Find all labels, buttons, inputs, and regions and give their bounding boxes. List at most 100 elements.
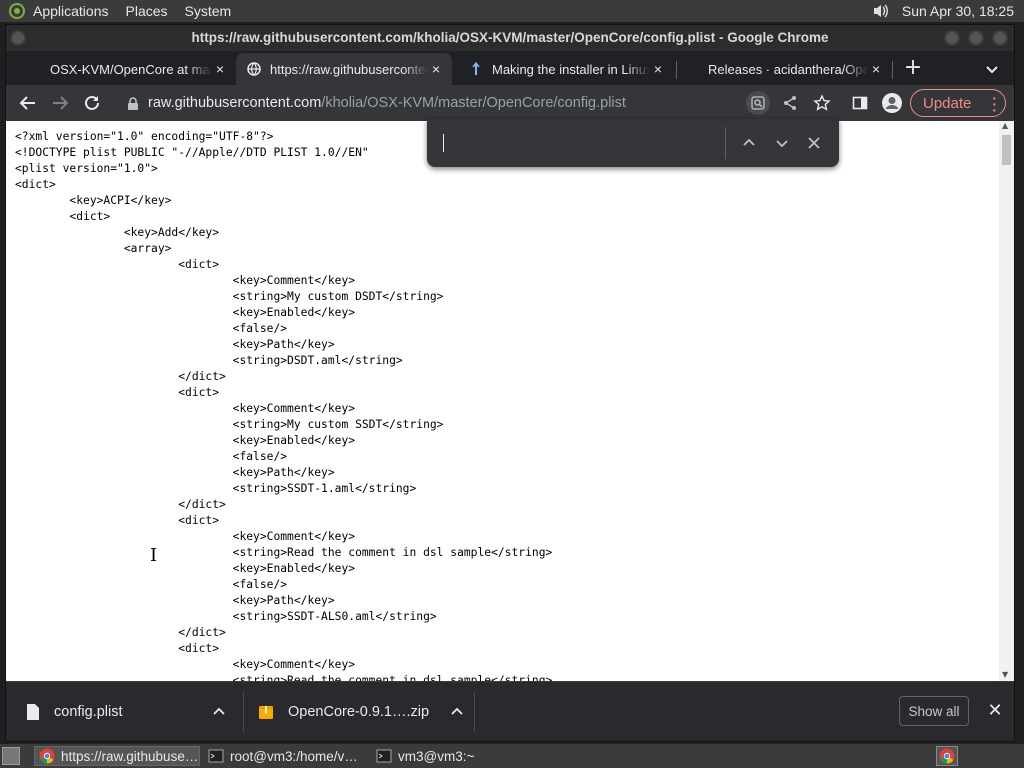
- minimize-button[interactable]: [944, 30, 960, 46]
- vertical-scrollbar[interactable]: ▲ ▼: [999, 121, 1014, 681]
- close-find-icon[interactable]: [803, 132, 825, 154]
- menu-places[interactable]: Places: [126, 3, 168, 19]
- tab-osx-kvm[interactable]: OSX-KVM/OpenCore at master ×: [14, 53, 234, 85]
- task-chrome[interactable]: https://raw.githubuse…: [34, 746, 200, 766]
- task-terminal-root[interactable]: root@vm3:/home/v…: [204, 746, 368, 766]
- find-input[interactable]: [439, 128, 719, 158]
- chevron-up-icon[interactable]: [212, 705, 226, 719]
- code-line: <false/>: [15, 578, 288, 591]
- download-item-config-plist[interactable]: config.plist: [26, 682, 242, 742]
- tab-separator: [892, 61, 893, 79]
- back-arrow-icon[interactable]: [16, 91, 40, 115]
- maximize-button[interactable]: [968, 30, 984, 46]
- code-line: <key>Path</key>: [15, 338, 335, 351]
- browser-window: https://raw.githubusercontent.com/kholia…: [5, 24, 1015, 742]
- tab-making-installer[interactable]: Making the installer in Linux ×: [458, 53, 672, 85]
- download-separator: [243, 692, 244, 732]
- tab-strip: OSX-KVM/OpenCore at master × https://raw…: [6, 51, 1014, 85]
- plist-source: <?xml version="1.0" encoding="UTF-8"?> <!…: [6, 121, 1014, 681]
- profile-avatar-icon[interactable]: [880, 91, 904, 115]
- terminal-icon: [376, 748, 392, 764]
- show-all-button[interactable]: Show all: [899, 696, 969, 726]
- close-tab-icon[interactable]: ×: [428, 61, 444, 77]
- code-line: <string>My custom SSDT</string>: [15, 418, 444, 431]
- tab-releases[interactable]: Releases · acidanthera/OpenCorePkg ×: [678, 53, 888, 85]
- zip-file-icon: [258, 704, 274, 720]
- clock[interactable]: Sun Apr 30, 18:25: [902, 3, 1014, 19]
- tab-label: Making the installer in Linux: [492, 61, 650, 77]
- forward-arrow-icon[interactable]: [48, 91, 72, 115]
- chevron-up-icon[interactable]: [450, 705, 464, 719]
- close-tab-icon[interactable]: ×: [868, 61, 884, 77]
- code-line: <dict>: [15, 258, 220, 271]
- globe-icon: [246, 61, 262, 77]
- code-line: <false/>: [15, 322, 288, 335]
- workspace-chrome-icon[interactable]: [936, 746, 958, 766]
- bottom-taskbar: https://raw.githubuse… root@vm3:/home/v……: [0, 744, 1024, 768]
- find-separator: [725, 127, 726, 159]
- url-text[interactable]: raw.githubusercontent.com/kholia/OSX-KVM…: [148, 95, 626, 111]
- code-line: <key>Comment</key>: [15, 274, 356, 287]
- share-icon[interactable]: [778, 91, 802, 115]
- code-line: <string>Read the comment in dsl sample</…: [15, 674, 553, 681]
- close-download-shelf-icon[interactable]: ✕: [986, 702, 1004, 720]
- find-in-page-icon[interactable]: [746, 91, 770, 115]
- code-line: <dict>: [15, 386, 220, 399]
- close-window-button[interactable]: [992, 30, 1008, 46]
- new-tab-button[interactable]: +: [902, 57, 924, 79]
- code-line: </dict>: [15, 370, 226, 383]
- lock-icon[interactable]: [126, 96, 140, 110]
- code-line: <dict>: [15, 178, 56, 191]
- url-host: raw.githubusercontent.com: [148, 95, 322, 111]
- code-line: <string>My custom DSDT</string>: [15, 290, 444, 303]
- code-line: <dict>: [15, 514, 220, 527]
- task-terminal-vm3[interactable]: vm3@vm3:~: [372, 746, 536, 766]
- code-line: <key>Path</key>: [15, 466, 335, 479]
- more-menu-icon[interactable]: · · ·: [992, 91, 997, 117]
- window-titlebar[interactable]: https://raw.githubusercontent.com/kholia…: [6, 25, 1014, 51]
- scrollbar-thumb[interactable]: [1002, 135, 1011, 165]
- side-panel-icon[interactable]: [848, 91, 872, 115]
- show-desktop-icon[interactable]: [2, 747, 20, 765]
- code-line: <key>Add</key>: [15, 226, 220, 239]
- page-content[interactable]: <?xml version="1.0" encoding="UTF-8"?> <!…: [6, 121, 1014, 681]
- code-line: <string>DSDT.aml</string>: [15, 354, 403, 367]
- code-line: <key>Comment</key>: [15, 402, 356, 415]
- tab-label: Releases · acidanthera/OpenCorePkg: [708, 61, 868, 77]
- url-path: /kholia/OSX-KVM/master/OpenCore/config.p…: [321, 95, 626, 111]
- download-filename: OpenCore-0.9.1….zip: [288, 704, 430, 720]
- reload-icon[interactable]: [80, 91, 104, 115]
- close-tab-icon[interactable]: ×: [212, 61, 228, 77]
- distro-logo-icon[interactable]: [9, 3, 25, 19]
- update-label: Update: [923, 94, 972, 112]
- loading-icon: [468, 61, 484, 77]
- download-item-opencore-zip[interactable]: OpenCore-0.9.1….zip: [258, 682, 472, 742]
- tab-search-chevron-icon[interactable]: [982, 59, 1002, 79]
- window-title: https://raw.githubusercontent.com/kholia…: [191, 30, 829, 45]
- scroll-up-icon[interactable]: ▲: [1002, 121, 1008, 130]
- update-button[interactable]: Update · · ·: [910, 89, 1006, 117]
- terminal-icon: [208, 748, 224, 764]
- scroll-down-icon[interactable]: ▼: [1002, 670, 1008, 679]
- menu-system[interactable]: System: [185, 3, 232, 19]
- address-bar[interactable]: raw.githubusercontent.com/kholia/OSX-KVM…: [116, 88, 848, 118]
- tab-label: OSX-KVM/OpenCore at master: [50, 61, 212, 77]
- file-icon: [26, 704, 40, 720]
- tab-config-plist[interactable]: https://raw.githubusercontent.com ×: [236, 53, 452, 85]
- find-bar: [427, 119, 839, 167]
- menu-applications[interactable]: Applications: [33, 3, 109, 19]
- code-line: <false/>: [15, 450, 288, 463]
- code-line: <key>Enabled</key>: [15, 306, 356, 319]
- bookmark-star-icon[interactable]: [810, 91, 834, 115]
- code-line: <dict>: [15, 642, 220, 655]
- find-next-chevron-down-icon[interactable]: [771, 132, 793, 154]
- close-tab-icon[interactable]: ×: [650, 61, 666, 77]
- tab-separator: [676, 61, 677, 79]
- code-line: <key>Comment</key>: [15, 530, 356, 543]
- volume-icon[interactable]: [870, 2, 892, 20]
- code-line: <string>SSDT-1.aml</string>: [15, 482, 417, 495]
- code-line: <key>Enabled</key>: [15, 434, 356, 447]
- code-line: <key>Enabled</key>: [15, 562, 356, 575]
- code-line: <key>Comment</key>: [15, 658, 356, 671]
- find-previous-chevron-up-icon[interactable]: [738, 132, 760, 154]
